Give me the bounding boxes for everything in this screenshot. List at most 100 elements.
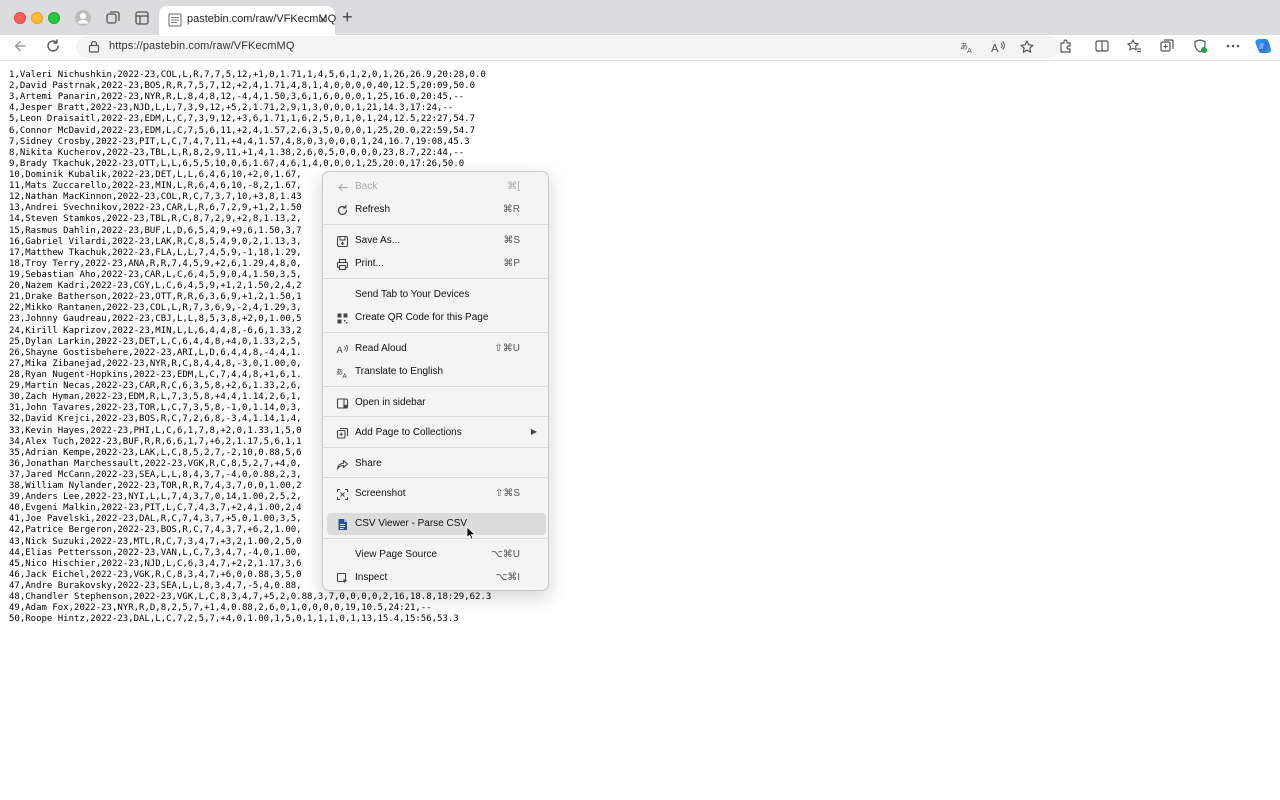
menu-item-open-sidebar[interactable]: Open in sidebar [327, 392, 546, 414]
csv-line: 9,Brady Tkachuk,2022-23,OTT,L,L,6,5,5,10… [9, 158, 465, 169]
tab-actions-icon[interactable] [133, 9, 151, 27]
mouse-cursor-icon [466, 526, 476, 540]
save-icon [336, 235, 349, 248]
split-screen-icon[interactable] [1094, 38, 1110, 54]
active-tab[interactable]: pastebin.com/raw/VFKecmMQ × [159, 6, 337, 35]
svg-text:A: A [343, 373, 348, 379]
menu-item-qr-code[interactable]: Create QR Code for this Page [327, 307, 546, 329]
menu-item-label: Inspect [355, 572, 388, 583]
extensions-icon[interactable] [1058, 38, 1074, 54]
lock-icon[interactable] [88, 40, 100, 53]
context-menu: Back ⌘[ Refresh ⌘R Save As... ⌘S Print... ⌘P Sen… [322, 171, 549, 591]
menu-item-add-collections[interactable]: Add Page to Collections ▶ [327, 422, 546, 444]
menu-separator [323, 477, 548, 478]
minimize-window-button[interactable] [31, 12, 43, 24]
fullscreen-window-button[interactable] [48, 12, 60, 24]
menu-item-shortcut: ⌘P [503, 258, 520, 269]
menu-item-label: Create QR Code for this Page [355, 312, 489, 323]
menu-item-shortcut: ⌘R [502, 204, 520, 215]
menu-item-label: Translate to English [355, 366, 444, 377]
menu-item-send-tab[interactable]: Send Tab to Your Devices [327, 284, 546, 306]
menu-item-label: Print... [355, 258, 384, 269]
back-icon[interactable] [12, 38, 28, 54]
menu-item-save-as[interactable]: Save As... ⌘S [327, 230, 546, 252]
menu-item-shortcut: ⌘S [503, 235, 520, 246]
menu-separator [323, 538, 548, 539]
menu-separator [323, 386, 548, 387]
favorites-icon[interactable] [1126, 38, 1142, 54]
svg-text:A: A [967, 47, 972, 55]
csv-line: 5,Leon Draisaitl,2022-23,EDM,L,C,7,3,9,1… [9, 114, 475, 125]
translate-icon: あA [336, 368, 348, 379]
csv-line: 6,Connor McDavid,2022-23,EDM,L,C,7,5,6,1… [9, 125, 475, 136]
browser-essentials-icon[interactable] [1192, 38, 1208, 54]
sidebar-icon [336, 398, 349, 409]
csv-line: 48,Chandler Stephenson,2022-23,VGK,L,C,8… [9, 592, 492, 603]
menu-item-screenshot[interactable]: Screenshot ⇧⌘S [327, 483, 546, 505]
csv-line: 49,Adam Fox,2022-23,NYR,R,D,8,2,5,7,+1,4… [9, 603, 432, 614]
new-tab-button[interactable]: + [342, 8, 353, 26]
collections-icon [336, 427, 349, 439]
menu-item-view-source[interactable]: View Page Source ⌥⌘U [327, 544, 546, 566]
menu-item-label: Share [355, 458, 382, 469]
menu-item-label: Read Aloud [355, 343, 407, 354]
refresh-icon [337, 204, 348, 216]
favorite-icon[interactable] [1019, 39, 1035, 55]
browser-toolbar: https://pastebin.com/raw/VFKecmMQ あA A [0, 35, 1280, 59]
read-aloud-icon[interactable]: A [990, 39, 1006, 55]
page-favicon-icon [168, 13, 182, 27]
toolbar-divider [0, 60, 1280, 61]
inspect-icon [336, 572, 348, 584]
menu-separator [323, 278, 548, 279]
menu-item-share[interactable]: Share [327, 453, 546, 475]
tab-close-icon[interactable]: × [319, 11, 327, 27]
url-text[interactable]: https://pastebin.com/raw/VFKecmMQ [109, 40, 294, 52]
menu-item-label: Open in sidebar [355, 397, 426, 408]
share-icon [336, 459, 349, 470]
collections-icon[interactable] [1159, 38, 1175, 54]
csv-line: 50,Roope Hintz,2022-23,DAL,L,C,7,2,5,7,+… [9, 614, 459, 625]
copilot-icon[interactable] [1254, 37, 1272, 55]
csv-line: 2,David Pastrnak,2022-23,BOS,R,R,7,5,7,1… [9, 81, 475, 92]
menu-item-label: Add Page to Collections [355, 427, 462, 438]
qr-code-icon [337, 313, 348, 324]
csv-line: 3,Artemi Panarin,2022-23,NYR,R,L,8,4,8,1… [9, 92, 465, 103]
menu-item-label: CSV Viewer - Parse CSV [355, 518, 468, 529]
menu-item-back: Back ⌘[ [327, 176, 546, 198]
menu-item-read-aloud[interactable]: A Read Aloud ⇧⌘U [327, 338, 546, 360]
menu-item-label: Refresh [355, 204, 391, 215]
menu-item-inspect[interactable]: Inspect ⌥⌘I [327, 567, 546, 589]
printer-icon [336, 258, 349, 271]
menu-item-shortcut: ⌘[ [507, 181, 520, 192]
refresh-icon[interactable] [45, 38, 61, 54]
translate-icon[interactable]: あA [959, 39, 975, 55]
workspaces-icon[interactable] [104, 9, 122, 27]
menu-item-shortcut: ⌥⌘I [495, 572, 520, 583]
csv-line: 8,Nikita Kucherov,2022-23,TBL,L,R,8,2,9,… [9, 147, 465, 158]
tab-title: pastebin.com/raw/VFKecmMQ [187, 13, 337, 25]
screenshot-icon [336, 488, 349, 501]
menu-item-translate[interactable]: あ A Translate to English [327, 361, 546, 383]
more-icon[interactable] [1225, 38, 1241, 54]
menu-item-print[interactable]: Print... ⌘P [327, 253, 546, 275]
menu-item-label: Save As... [355, 235, 401, 246]
menu-item-shortcut: ⇧⌘S [494, 488, 520, 499]
close-window-button[interactable] [14, 12, 26, 24]
menu-item-label: View Page Source [355, 549, 438, 560]
svg-text:A: A [991, 42, 999, 55]
back-arrow-icon [338, 183, 348, 192]
csv-line: 4,Jesper Bratt,2022-23,NJD,L,L,7,3,9,12,… [9, 103, 454, 114]
svg-text:A: A [337, 346, 344, 356]
profile-icon[interactable] [74, 9, 92, 27]
menu-item-label: Screenshot [355, 488, 406, 499]
menu-item-label: Send Tab to Your Devices [355, 289, 470, 300]
menu-separator [323, 447, 548, 448]
menu-item-csv-viewer[interactable]: CSV Viewer - Parse CSV [327, 513, 546, 535]
menu-item-shortcut: ⇧⌘U [494, 343, 520, 354]
menu-item-label: Back [355, 181, 378, 192]
csv-line: 1,Valeri Nichushkin,2022-23,COL,L,R,7,7,… [9, 70, 486, 80]
menu-item-refresh[interactable]: Refresh ⌘R [327, 199, 546, 221]
menu-separator [323, 332, 548, 333]
menu-separator [323, 416, 548, 417]
address-bar[interactable]: https://pastebin.com/raw/VFKecmMQ あA A [76, 36, 1060, 58]
